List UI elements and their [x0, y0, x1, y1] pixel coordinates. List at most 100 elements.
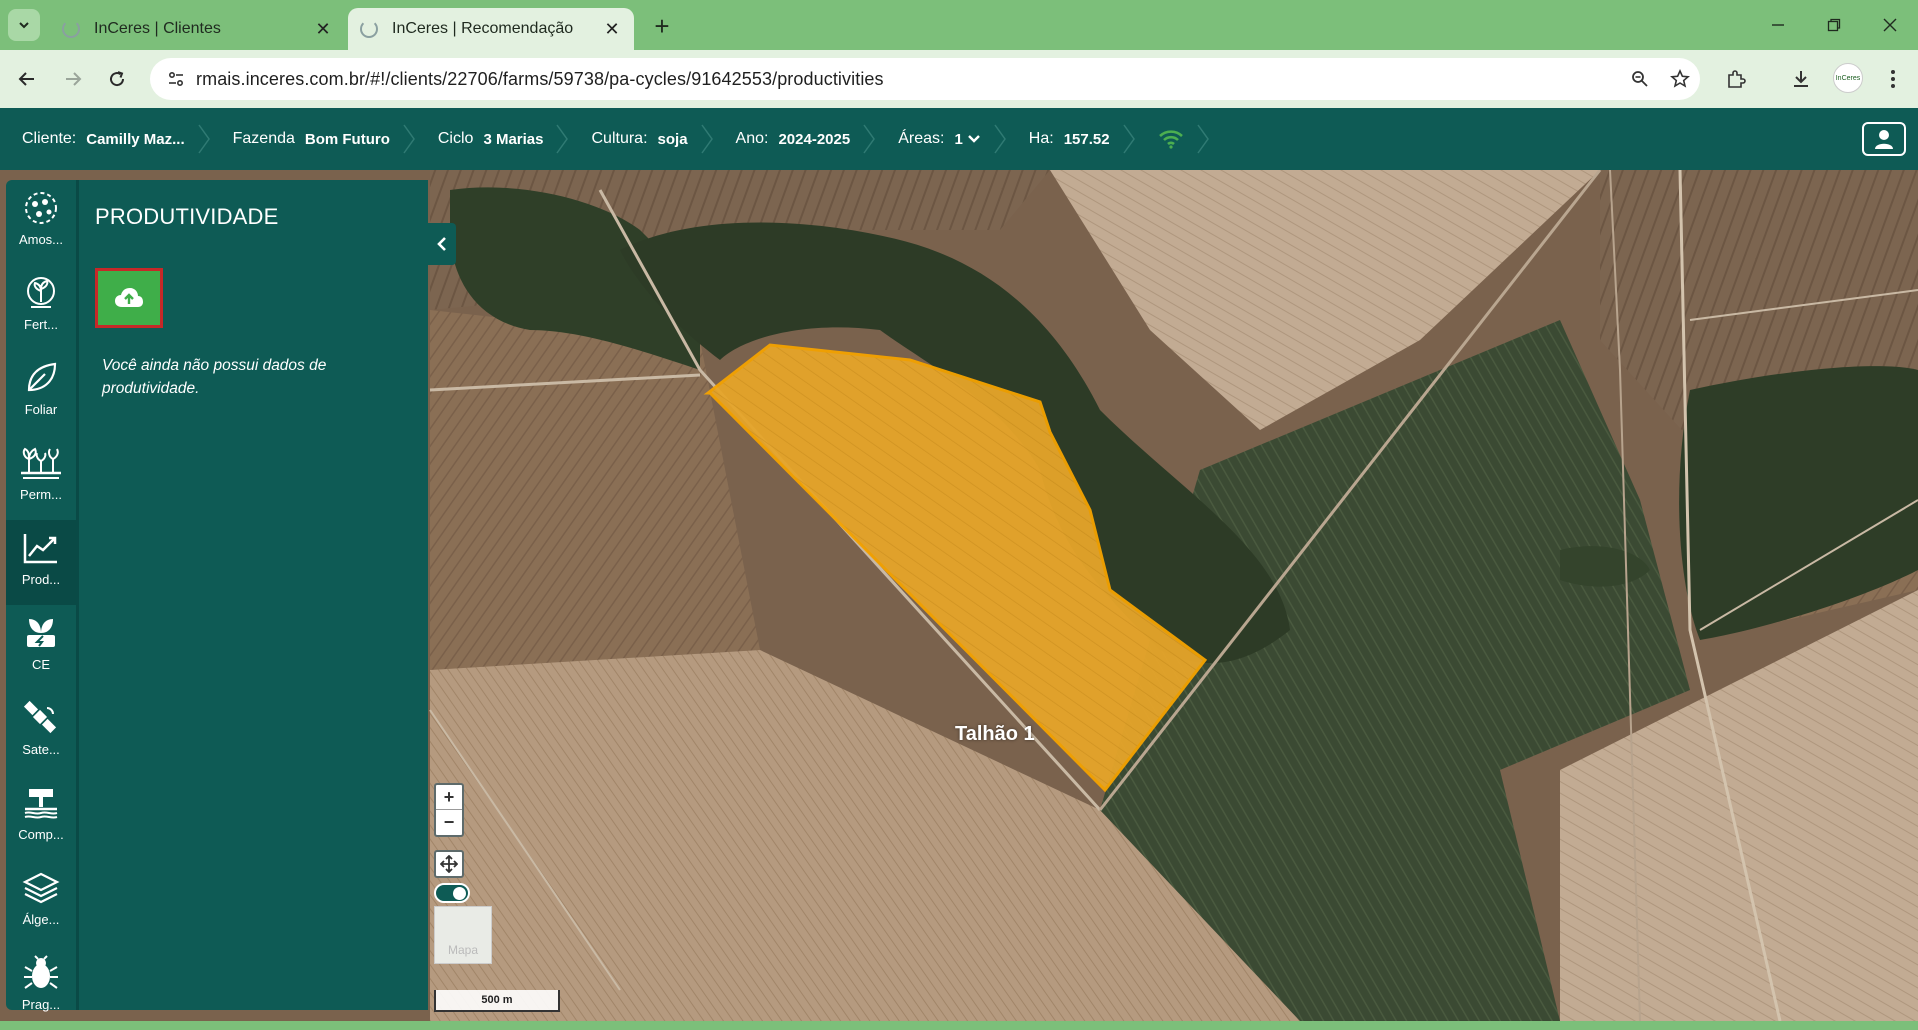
sidebar-item-label: Comp... [18, 827, 64, 842]
pan-button[interactable] [434, 850, 464, 878]
chevron-right-icon [1122, 124, 1135, 154]
reload-button[interactable] [100, 62, 134, 96]
compaction-icon [24, 789, 58, 819]
maptype-button[interactable]: Mapa [434, 906, 492, 964]
minimize-button[interactable] [1758, 10, 1798, 40]
productivity-panel: PRODUTIVIDADE Você ainda não possui dado… [76, 180, 428, 1010]
user-menu-button[interactable] [1862, 122, 1906, 156]
sidebar-item-foliar[interactable]: Foliar [6, 350, 76, 435]
field-label[interactable]: Talhão 1 [955, 723, 1035, 746]
crumb-value: Camilly Maz... [86, 130, 185, 148]
sidebar-item-label: Perm... [20, 487, 62, 502]
chevron-right-icon [556, 124, 569, 154]
sidebar-item-label: Prag... [21, 997, 61, 1012]
sidebar-item-label: Fert... [24, 317, 58, 332]
collapse-panel-button[interactable] [428, 223, 456, 265]
chevron-down-icon [19, 22, 29, 29]
close-icon[interactable]: ✕ [602, 19, 622, 39]
forward-button[interactable] [56, 62, 90, 96]
sampling-icon [25, 192, 57, 224]
empty-state-message: Você ainda não possui dados de produtivi… [102, 357, 327, 397]
crumb-ano[interactable]: Ano: 2024-2025 [714, 108, 877, 170]
crumb-ciclo[interactable]: Ciclo 3 Marias [416, 108, 570, 170]
crumb-label: Fazenda [232, 130, 295, 147]
maptype-label: Mapa [447, 943, 479, 957]
crumb-cultura[interactable]: Cultura: soja [569, 108, 713, 170]
sidebar-item-label: Sate... [22, 742, 60, 757]
extensions-button[interactable] [1719, 62, 1753, 96]
upload-productivity-button[interactable] [95, 268, 163, 328]
sidebar-item-compactacao[interactable]: Comp... [6, 775, 76, 860]
plant-energy-icon [27, 619, 55, 647]
close-icon [1883, 18, 1897, 32]
crumb-value: 3 Marias [483, 130, 544, 148]
satellite-icon [23, 700, 57, 734]
sidebar-item-permanentes[interactable]: Perm... [6, 435, 76, 520]
crumb-connection [1136, 108, 1210, 170]
tab-recomendacao[interactable]: InCeres | Recomendação ✕ [348, 8, 634, 50]
loading-icon [62, 20, 80, 38]
tab-clientes[interactable]: InCeres | Clientes ✕ [50, 8, 345, 50]
plants-icon [21, 447, 61, 479]
restore-button[interactable] [1814, 10, 1854, 40]
chevron-down-icon [967, 135, 980, 143]
close-window-button[interactable] [1870, 10, 1910, 40]
close-icon[interactable]: ✕ [313, 19, 333, 39]
zoom-in-button[interactable]: + [436, 785, 462, 810]
sidebar-item-ce[interactable]: CE [6, 605, 76, 690]
browser-toolbar: rmais.inceres.com.br/#!/clients/22706/fa… [0, 50, 1918, 108]
layers-icon [22, 872, 60, 904]
chart-line-icon [23, 534, 57, 564]
loading-icon [360, 20, 378, 38]
sidebar-item-amostragem[interactable]: Amos... [6, 180, 76, 265]
url-text[interactable]: rmais.inceres.com.br/#!/clients/22706/fa… [196, 69, 1620, 90]
sidebar-item-label: CE [31, 657, 51, 672]
zoom-out-button[interactable]: − [436, 810, 462, 835]
fertilization-icon [27, 277, 55, 308]
user-icon [1875, 130, 1893, 149]
sidebar-item-fertilizacao[interactable]: Fert... [6, 265, 76, 350]
sidebar-item-algebra[interactable]: Álge... [6, 860, 76, 945]
crumb-label: Cliente: [22, 130, 77, 147]
new-tab-button[interactable]: + [648, 11, 676, 41]
sidebar-item-produtividade[interactable]: Prod... [6, 520, 76, 605]
downloads-button[interactable] [1784, 62, 1818, 96]
layer-toggle-switch[interactable] [434, 883, 470, 903]
move-arrows-icon [440, 855, 458, 873]
crumb-ha: Ha: 157.52 [1007, 108, 1136, 170]
browser-menu-button[interactable] [1876, 62, 1910, 96]
crumb-cliente[interactable]: Cliente: Camilly Maz... [0, 108, 211, 170]
profile-label: InCeres [1835, 74, 1861, 82]
crumb-value: Bom Futuro [304, 130, 390, 148]
cloud-upload-icon [115, 288, 143, 307]
arrow-right-icon [66, 72, 82, 86]
address-bar[interactable]: rmais.inceres.com.br/#!/clients/22706/fa… [150, 58, 1700, 100]
zoom-icon[interactable] [1620, 70, 1660, 88]
crumb-label: Ciclo [437, 130, 474, 147]
sidebar-item-label: Álge... [22, 912, 60, 927]
tab-search-button[interactable] [8, 9, 40, 41]
browser-tab-bar: InCeres | Clientes ✕ InCeres | Recomenda… [0, 0, 1918, 50]
sidebar-item-satelite[interactable]: Sate... [6, 690, 76, 775]
crumb-value: soja [657, 130, 688, 148]
chevron-right-icon [994, 124, 1006, 154]
scale-bar: 500 m [434, 990, 560, 1012]
site-info-icon[interactable] [156, 70, 196, 88]
more-vertical-icon [1891, 70, 1895, 88]
back-button[interactable] [10, 62, 44, 96]
sidebar-item-label: Foliar [24, 402, 58, 417]
crumb-fazenda[interactable]: Fazenda Bom Futuro [211, 108, 416, 170]
tab-title: InCeres | Clientes [94, 20, 221, 37]
profile-avatar[interactable]: InCeres [1833, 63, 1863, 93]
panel-title: PRODUTIVIDADE [95, 204, 279, 229]
sidebar-item-pragas[interactable]: Prag... [6, 945, 76, 1030]
download-icon [1794, 71, 1808, 87]
crumb-value: 2024-2025 [778, 130, 851, 148]
reload-icon [110, 71, 125, 87]
chevron-left-icon [437, 237, 446, 251]
crumb-areas[interactable]: Áreas: 1 [876, 108, 1007, 170]
bug-icon [24, 955, 58, 989]
bookmark-star-icon[interactable] [1660, 69, 1700, 89]
crumb-label: Áreas: [898, 130, 945, 147]
puzzle-icon [1728, 70, 1746, 88]
